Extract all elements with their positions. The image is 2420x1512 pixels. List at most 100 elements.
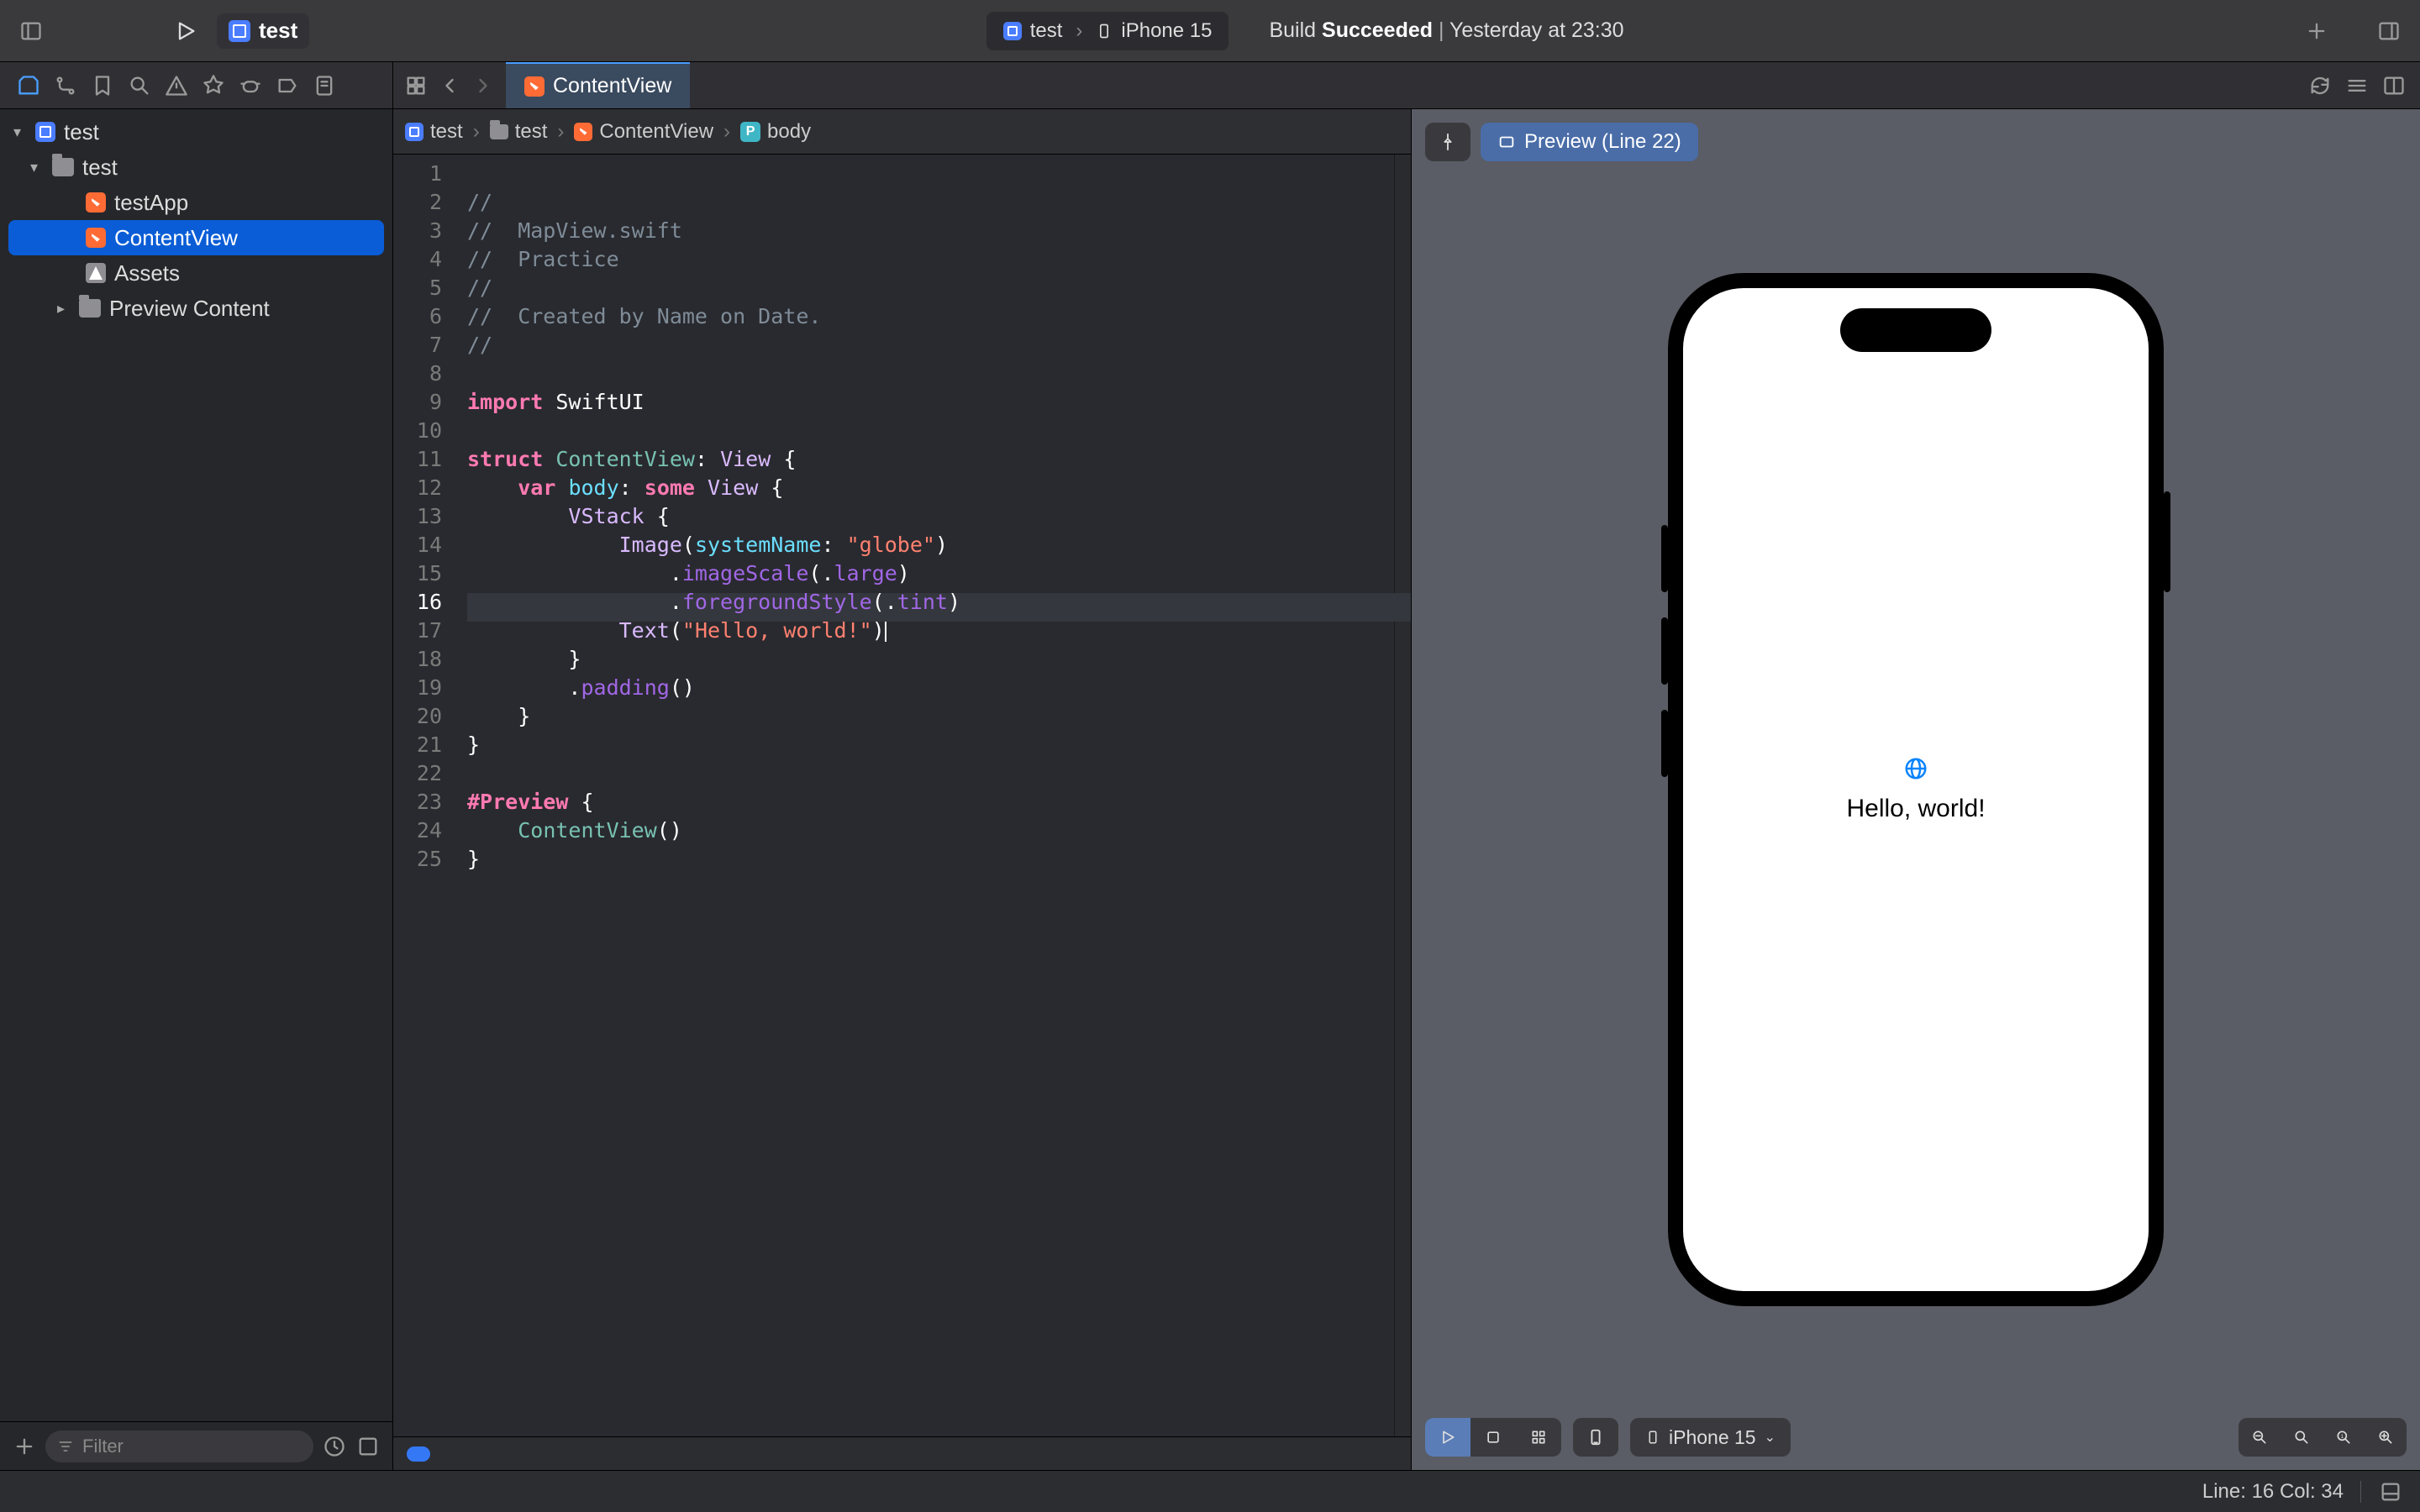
folder-icon (52, 158, 74, 176)
cursor-position: Line: 16 Col: 34 (2202, 1480, 2344, 1504)
globe-icon (1903, 756, 1928, 788)
editor-bottom-bar (393, 1436, 1411, 1470)
add-file-button[interactable] (12, 1431, 37, 1462)
navigator-selector (0, 62, 393, 108)
disclosure-triangle-icon[interactable]: ▾ (13, 123, 27, 141)
app-icon (405, 123, 424, 141)
project-navigator-icon[interactable] (12, 69, 45, 102)
project-navigator: ▾ test ▾ test testApp ContentView Assets (0, 109, 393, 1470)
device-icon (1096, 19, 1113, 43)
find-navigator-icon[interactable] (123, 69, 156, 102)
editor-toolbar: ContentView (0, 62, 2420, 109)
live-preview-button[interactable] (1425, 1418, 1470, 1457)
toggle-left-panel-icon[interactable] (15, 15, 47, 47)
property-icon: P (740, 122, 760, 142)
disclosure-triangle-icon[interactable]: ▾ (30, 159, 44, 176)
swift-file-icon (524, 76, 544, 97)
tab-contentview[interactable]: ContentView (506, 62, 690, 108)
main-area: ▾ test ▾ test testApp ContentView Assets (0, 109, 2420, 1470)
tree-item-selected[interactable]: ContentView (8, 220, 384, 255)
editor-options-icon[interactable] (2341, 70, 2373, 102)
tree-label: test (82, 155, 118, 181)
project-title-chip[interactable]: test (217, 13, 309, 49)
zoom-actual-button[interactable]: 1 (2323, 1418, 2365, 1457)
disclosure-triangle-icon[interactable]: ▸ (57, 300, 71, 318)
swift-file-icon (86, 228, 106, 248)
tree-label: Preview Content (109, 296, 270, 322)
pin-preview-button[interactable] (1425, 123, 1470, 161)
variants-button[interactable] (1516, 1418, 1561, 1457)
filter-icon (57, 1438, 74, 1455)
tab-label: ContentView (553, 74, 671, 98)
tree-label: test (64, 119, 99, 145)
preview-chip-label: Preview (Line 22) (1524, 130, 1681, 154)
test-navigator-icon[interactable] (197, 69, 230, 102)
report-navigator-icon[interactable] (308, 69, 341, 102)
scheme-device: iPhone 15 (1121, 19, 1212, 43)
run-button[interactable] (170, 15, 202, 47)
editor-tab-bar: ContentView (393, 62, 2420, 108)
svg-text:1: 1 (2340, 1434, 2344, 1440)
status-bar: Line: 16 Col: 34 (0, 1470, 2420, 1512)
zoom-out-button[interactable] (2238, 1418, 2281, 1457)
debug-navigator-icon[interactable] (234, 69, 267, 102)
device-frame: Hello, world! (1668, 273, 2164, 1306)
preview-text: Hello, world! (1846, 795, 1985, 823)
app-icon (35, 122, 55, 142)
preview-panel: Preview (Line 22) Hello, world! (1412, 109, 2420, 1470)
forward-button[interactable] (467, 70, 499, 102)
tree-label: ContentView (114, 225, 238, 251)
scheme-selector[interactable]: test › iPhone 15 (986, 12, 1229, 50)
preview-canvas[interactable]: Hello, world! (1412, 109, 2420, 1470)
minimap-toggle-icon[interactable] (2378, 1476, 2403, 1508)
file-tree[interactable]: ▾ test ▾ test testApp ContentView Assets (0, 109, 392, 1421)
refresh-icon[interactable] (2304, 70, 2336, 102)
chevron-down-icon: ⌄ (1765, 1429, 1776, 1446)
app-icon (229, 20, 250, 42)
dynamic-island (1840, 308, 1991, 352)
code-area[interactable]: //// MapView.swift// Practice//// Create… (452, 155, 1411, 1436)
add-button[interactable] (2301, 15, 2333, 47)
titlebar: test test › iPhone 15 Build Succeeded | … (0, 0, 2420, 62)
tree-root[interactable]: ▾ test (8, 114, 384, 150)
filter-input[interactable]: Filter (45, 1431, 313, 1462)
recent-icon[interactable] (322, 1431, 347, 1462)
preview-device-selector[interactable]: iPhone 15 ⌄ (1630, 1418, 1791, 1457)
device-settings-button[interactable] (1573, 1418, 1618, 1457)
source-control-navigator-icon[interactable] (49, 69, 82, 102)
jump-bar[interactable]: test › test › ContentView › Pbody (393, 109, 1411, 155)
code-editor[interactable]: 1234567891011121314151617181920212223242… (393, 155, 1411, 1436)
divider (2360, 1481, 2361, 1503)
scm-filter-icon[interactable] (355, 1431, 381, 1462)
device-icon (1645, 1427, 1660, 1447)
breakpoint-navigator-icon[interactable] (271, 69, 304, 102)
swift-file-icon (86, 192, 106, 213)
preview-device-label: iPhone 15 (1669, 1426, 1756, 1449)
breakpoint-indicator-icon[interactable] (407, 1446, 430, 1462)
tree-folder[interactable]: ▾ test (8, 150, 384, 185)
chevron-right-icon: › (557, 120, 564, 144)
preview-chip[interactable]: Preview (Line 22) (1481, 123, 1698, 161)
preview-mode-group (1425, 1418, 1561, 1457)
selectable-preview-button[interactable] (1470, 1418, 1516, 1457)
zoom-fit-button[interactable] (2281, 1418, 2323, 1457)
adjust-editor-icon[interactable] (2378, 70, 2410, 102)
preview-bottom-bar: iPhone 15 ⌄ 1 (1425, 1418, 2407, 1457)
assets-icon (86, 263, 106, 283)
navigator-filter-bar: Filter (0, 1421, 392, 1470)
chevron-right-icon: › (1076, 19, 1082, 43)
tree-item[interactable]: testApp (8, 185, 384, 220)
tree-label: Assets (114, 260, 180, 286)
project-title: test (259, 18, 297, 44)
device-screen: Hello, world! (1683, 288, 2149, 1291)
back-button[interactable] (434, 70, 466, 102)
issue-navigator-icon[interactable] (160, 69, 193, 102)
library-button[interactable] (2373, 15, 2405, 47)
line-gutter: 1234567891011121314151617181920212223242… (393, 155, 452, 1436)
tree-item[interactable]: Assets (8, 255, 384, 291)
chevron-right-icon: › (723, 120, 730, 144)
tree-folder[interactable]: ▸ Preview Content (8, 291, 384, 326)
bookmark-navigator-icon[interactable] (86, 69, 119, 102)
related-items-icon[interactable] (400, 70, 432, 102)
zoom-in-button[interactable] (2365, 1418, 2407, 1457)
